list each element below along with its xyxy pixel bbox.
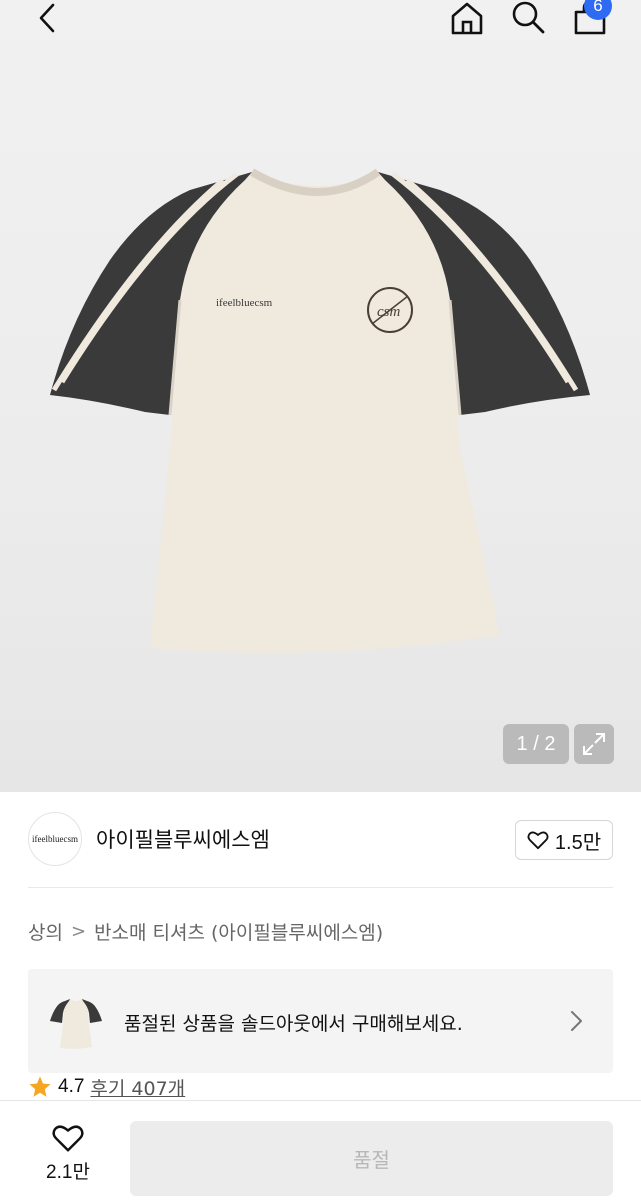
product-tshirt-image: ifeelbluecsm csm <box>50 168 590 653</box>
search-button[interactable] <box>506 0 550 38</box>
breadcrumb-separator: > <box>70 921 87 942</box>
emblem-text: csm <box>377 304 400 320</box>
expand-image-button[interactable] <box>574 724 614 764</box>
search-icon <box>512 1 545 34</box>
wishlist-count: 2.1만 <box>46 1162 90 1183</box>
breadcrumb-category[interactable]: 상의 <box>28 918 63 945</box>
star-icon <box>29 1076 51 1097</box>
brand-row: ifeelbluecsm 아이필블루씨에스엠 1.5만 <box>0 792 641 888</box>
rating-value: 4.7 <box>58 1076 85 1097</box>
brand-logo[interactable]: ifeelbluecsm <box>28 812 82 866</box>
top-navigation-bar: 6 <box>0 0 641 40</box>
product-image-gallery[interactable]: ifeelbluecsm csm 6 1 / 2 <box>0 0 641 792</box>
rating-row: 4.7 후기 407개 <box>28 1073 185 1101</box>
home-icon <box>451 2 483 35</box>
image-pager: 1 / 2 <box>503 724 569 764</box>
brand-logo-text: ifeelbluecsm <box>32 834 78 844</box>
back-button[interactable] <box>26 0 70 38</box>
chest-logo-text: ifeelbluecsm <box>216 297 273 309</box>
brand-name[interactable]: 아이필블루씨에스엠 <box>96 824 270 854</box>
review-count-link[interactable]: 후기 407개 <box>90 1074 185 1101</box>
soldout-product-thumbnail <box>50 999 102 1049</box>
heart-icon <box>527 831 549 850</box>
buy-button[interactable]: 품절 <box>130 1121 613 1196</box>
breadcrumb: 상의 > 반소매 티셔츠 (아이필블루씨에스엠) <box>28 918 383 945</box>
brand-like-count: 1.5만 <box>554 831 602 854</box>
bottom-action-bar: 2.1만 품절 <box>0 1100 641 1200</box>
home-button[interactable] <box>445 0 489 38</box>
chevron-right-icon <box>571 1011 582 1031</box>
soldout-banner-text: 품절된 상품을 솔드아웃에서 구매해보세요. <box>124 1013 463 1035</box>
expand-icon <box>583 733 605 755</box>
divider <box>28 887 613 888</box>
soldout-banner[interactable]: 품절된 상품을 솔드아웃에서 구매해보세요. <box>28 969 613 1073</box>
chevron-left-icon <box>39 3 55 33</box>
breadcrumb-product[interactable]: 반소매 티셔츠 (아이필블루씨에스엠) <box>94 918 383 945</box>
heart-icon <box>52 1125 84 1152</box>
wishlist-button[interactable]: 2.1만 <box>36 1123 100 1187</box>
brand-like-button[interactable]: 1.5만 <box>515 820 613 860</box>
